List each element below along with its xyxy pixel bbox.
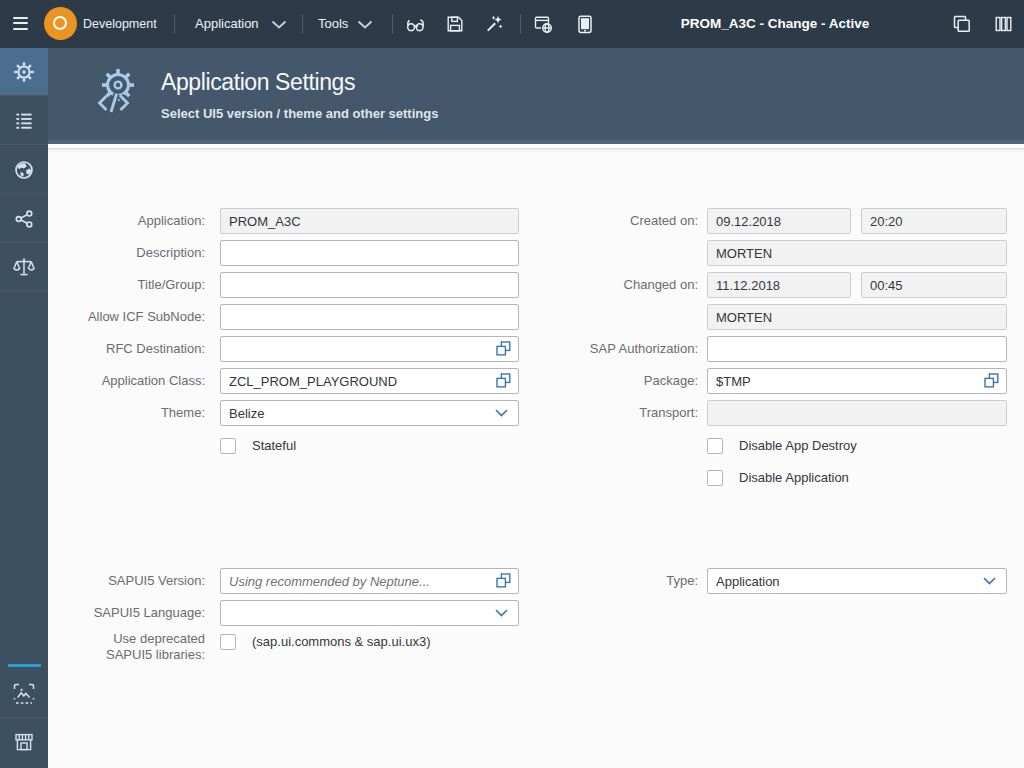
web-preview-icon[interactable] (534, 15, 554, 34)
share-icon (14, 209, 34, 229)
globe-icon (13, 159, 35, 181)
sidebar-item-share[interactable] (0, 195, 48, 243)
changed-by-input[interactable] (707, 304, 1007, 330)
stateful-label: Stateful (252, 438, 296, 454)
settings-form: Application: Description: Title/Group: A… (48, 148, 1024, 768)
title-group-label: Title/Group: (48, 272, 205, 298)
application-label: Application: (48, 208, 205, 234)
list-icon (14, 111, 34, 131)
separator (392, 14, 393, 34)
chevron-down-icon (495, 609, 508, 617)
rfc-destination-label: RFC Destination: (48, 336, 205, 362)
chevron-down-icon (357, 20, 373, 29)
created-by-input[interactable] (707, 240, 1007, 266)
deprecated-libs-hint: (sap.ui.commons & sap.ui.ux3) (252, 634, 430, 650)
app-settings-icon (95, 68, 141, 120)
store-icon (13, 732, 35, 754)
created-date-input[interactable] (707, 208, 851, 234)
disable-app-destroy-label: Disable App Destroy (739, 438, 857, 454)
sidebar-item-list[interactable] (0, 97, 48, 145)
changed-time-input[interactable] (861, 272, 1007, 298)
sap-authorization-label: SAP Authorization: (396, 336, 698, 362)
sidebar-item-store[interactable] (0, 719, 48, 767)
deprecated-libs-label: Use deprecated SAPUI5 libraries: (93, 631, 205, 663)
changed-date-input[interactable] (707, 272, 851, 298)
deprecated-libs-checkbox[interactable] (220, 634, 236, 650)
page-title: Application Settings (161, 69, 355, 96)
changed-on-label: Changed on: (396, 272, 698, 298)
description-input[interactable] (220, 240, 519, 266)
product-name: Development (83, 0, 157, 48)
show-glasses-icon[interactable] (406, 17, 427, 32)
tablet-icon[interactable] (577, 15, 593, 34)
package-input[interactable] (707, 368, 1007, 394)
sidebar-item-settings[interactable] (0, 48, 48, 96)
type-label: Type: (396, 568, 698, 594)
sidebar-item-authorizations[interactable] (0, 244, 48, 292)
value-help-icon[interactable] (984, 373, 999, 388)
application-class-label: Application Class: (48, 368, 205, 394)
description-label: Description: (48, 240, 205, 266)
sapui5-version-label: SAPUI5 Version: (48, 568, 205, 594)
sap-authorization-input[interactable] (707, 336, 1007, 362)
gear-icon (13, 61, 35, 83)
save-icon[interactable] (447, 16, 463, 32)
stateful-checkbox[interactable] (220, 438, 236, 454)
chevron-down-icon (983, 577, 996, 585)
transport-input[interactable] (707, 400, 1007, 426)
columns-icon[interactable] (995, 16, 1012, 32)
menu-application[interactable]: Application (195, 0, 259, 48)
package-label: Package: (396, 368, 698, 394)
page-subtitle: Select UI5 version / theme and other set… (161, 106, 438, 121)
disable-app-destroy-checkbox[interactable] (707, 438, 723, 454)
top-bar: Development Application Tools PROM_A3C -… (0, 0, 1024, 48)
sidebar-item-world[interactable] (0, 146, 48, 194)
page-header: Application Settings Select UI5 version … (48, 48, 1024, 144)
sidebar (0, 48, 48, 768)
created-time-input[interactable] (861, 208, 1007, 234)
wand-icon[interactable] (485, 15, 503, 33)
scales-icon (13, 257, 35, 279)
neptune-logo[interactable] (44, 7, 77, 40)
sapui5-language-label: SAPUI5 Language: (48, 600, 205, 626)
menu-icon[interactable] (13, 17, 28, 30)
separator (174, 14, 175, 34)
disable-application-checkbox[interactable] (707, 470, 723, 486)
theme-label: Theme: (48, 400, 205, 426)
separator (520, 14, 521, 34)
copy-icon[interactable] (953, 15, 971, 33)
window-title: PROM_A3C - Change - Active (620, 0, 930, 48)
sapui5-language-select[interactable] (220, 600, 519, 626)
menu-tools[interactable]: Tools (318, 0, 348, 48)
disable-application-label: Disable Application (739, 470, 849, 486)
transport-label: Transport: (396, 400, 698, 426)
created-on-label: Created on: (396, 208, 698, 234)
sidebar-item-screenshot[interactable] (0, 670, 48, 718)
image-capture-icon (13, 683, 35, 705)
chevron-down-icon (271, 20, 287, 29)
allow-icf-subnode-input[interactable] (220, 304, 519, 330)
allow-icf-subnode-label: Allow ICF SubNode: (48, 304, 205, 330)
sidebar-indicator (8, 664, 41, 667)
type-select[interactable]: Application (707, 568, 1007, 594)
separator (302, 14, 303, 34)
